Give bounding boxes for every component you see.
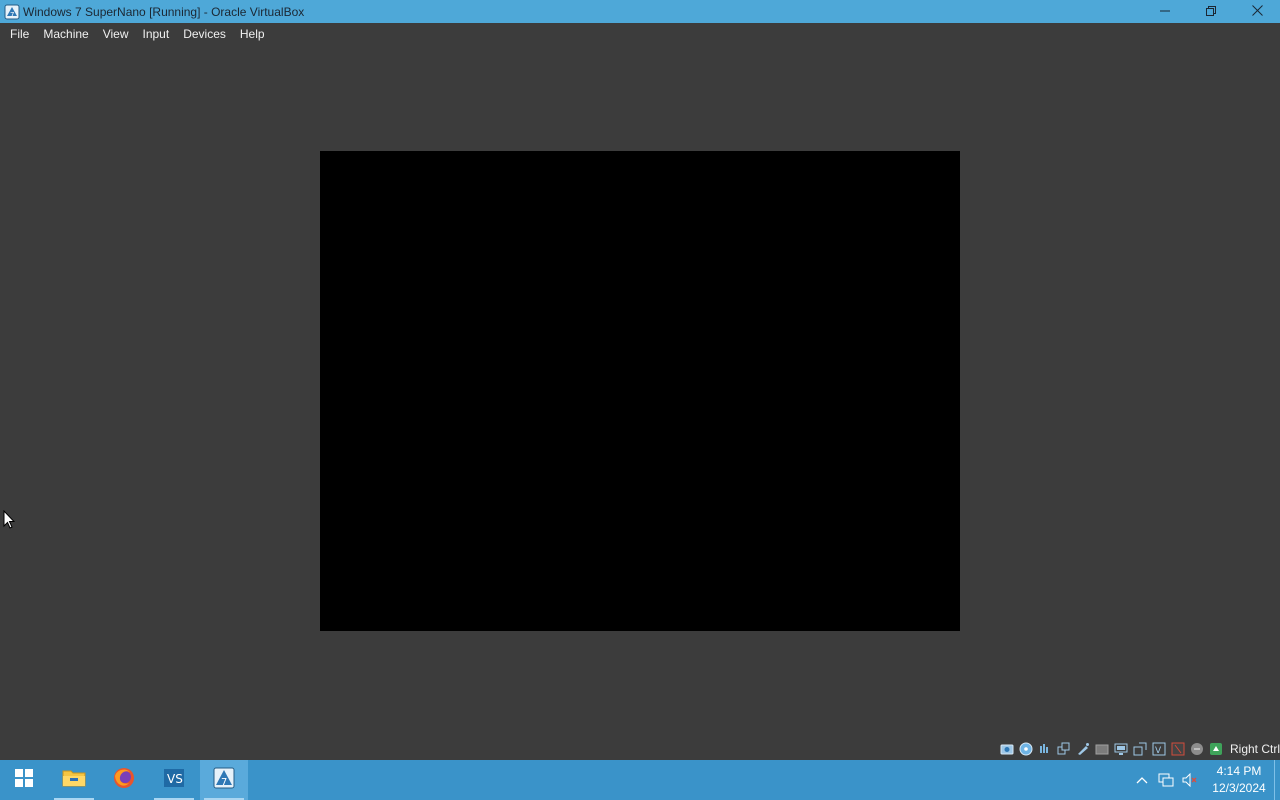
network-tray-icon[interactable]	[1158, 772, 1174, 788]
vm-status-bar: V Right Ctrl	[0, 738, 1280, 760]
host-key-label: Right Ctrl	[1229, 742, 1280, 756]
clock-time: 4:14 PM	[1216, 764, 1262, 778]
vs-code-icon: VS	[162, 766, 186, 795]
minimize-button[interactable]	[1142, 0, 1188, 23]
shared-folders-icon[interactable]	[1095, 742, 1109, 756]
taskbar-firefox[interactable]	[100, 760, 148, 800]
taskbar: VS 7 4:14 PM 12/3/2024	[0, 760, 1280, 800]
menu-file[interactable]: File	[3, 23, 36, 45]
virtualbox-icon: 7	[212, 766, 236, 795]
svg-text:7: 7	[10, 11, 14, 19]
volume-muted-icon[interactable]	[1182, 772, 1198, 788]
minimize-icon	[1160, 3, 1170, 21]
menu-help[interactable]: Help	[233, 23, 272, 45]
menu-view[interactable]: View	[96, 23, 136, 45]
folder-icon	[62, 768, 86, 793]
audio-icon[interactable]	[1038, 742, 1052, 756]
mouse-integration-icon[interactable]	[1171, 742, 1185, 756]
windows-logo-icon	[15, 768, 33, 792]
taskbar-virtualbox[interactable]: 7	[200, 760, 248, 800]
host-key-icon[interactable]	[1209, 742, 1223, 756]
network-icon[interactable]	[1057, 742, 1071, 756]
mouse-cursor-icon	[3, 509, 16, 530]
close-icon	[1251, 3, 1263, 21]
system-tray: 4:14 PM 12/3/2024	[1130, 760, 1280, 800]
title-bar[interactable]: 7 Windows 7 SuperNano [Running] - Oracle…	[0, 0, 1280, 23]
menu-input[interactable]: Input	[136, 23, 177, 45]
usb-icon[interactable]	[1076, 742, 1090, 756]
display-icon[interactable]	[1114, 742, 1128, 756]
menu-machine[interactable]: Machine	[36, 23, 95, 45]
taskbar-visual-studio-code[interactable]: VS	[150, 760, 198, 800]
firefox-icon	[112, 766, 136, 795]
optical-drive-icon[interactable]	[1019, 742, 1033, 756]
cpu-icon[interactable]: V	[1152, 742, 1166, 756]
virtualbox-app-icon: 7	[4, 4, 20, 20]
menu-devices[interactable]: Devices	[176, 23, 233, 45]
taskbar-file-explorer[interactable]	[50, 760, 98, 800]
window-title: Windows 7 SuperNano [Running] - Oracle V…	[23, 4, 305, 19]
chevron-up-icon[interactable]	[1134, 772, 1150, 788]
vm-display-area[interactable]	[0, 45, 1280, 738]
svg-text:7: 7	[221, 777, 227, 788]
vm-screen[interactable]	[320, 151, 960, 631]
window-controls	[1142, 0, 1280, 23]
hard-disk-icon[interactable]	[1000, 742, 1014, 756]
video-capture-icon[interactable]	[1133, 742, 1147, 756]
clock-date: 12/3/2024	[1212, 781, 1266, 795]
restore-button[interactable]	[1188, 0, 1234, 23]
menu-bar: File Machine View Input Devices Help	[0, 23, 1280, 45]
show-desktop-button[interactable]	[1274, 760, 1280, 800]
keyboard-icon[interactable]	[1190, 742, 1204, 756]
clock[interactable]: 4:14 PM 12/3/2024	[1206, 763, 1272, 797]
svg-text:VS: VS	[167, 772, 183, 786]
restore-icon	[1206, 3, 1216, 21]
svg-text:V: V	[1155, 746, 1162, 756]
close-button[interactable]	[1234, 0, 1280, 23]
start-button[interactable]	[0, 760, 48, 800]
